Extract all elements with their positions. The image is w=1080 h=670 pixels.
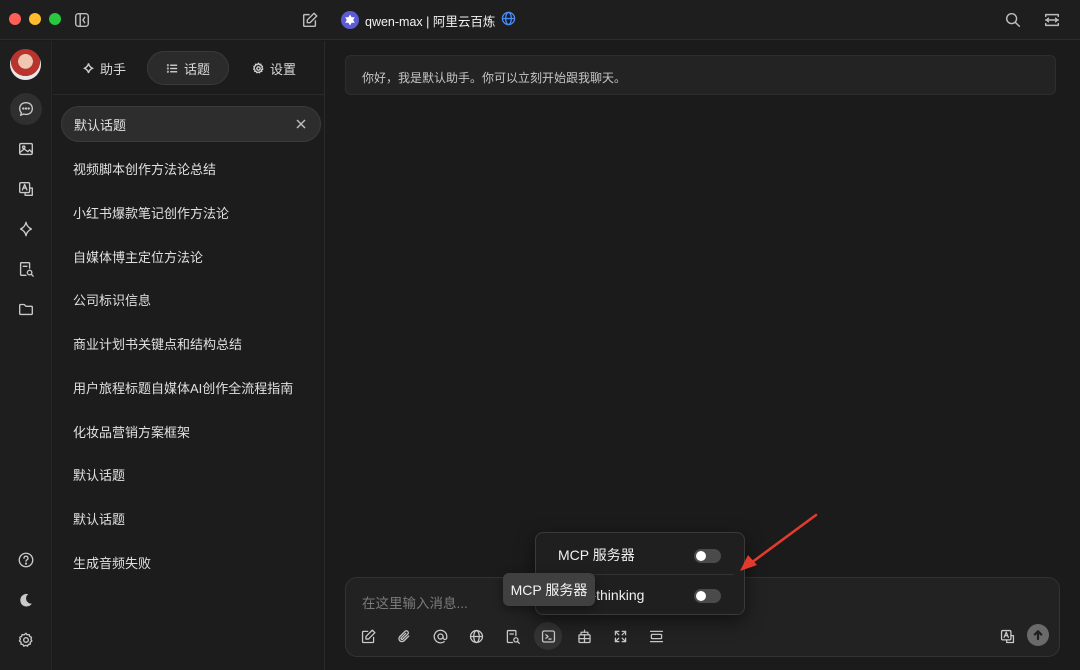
topic-title: 默认话题 [74,117,127,133]
sequential-thinking-toggle[interactable] [694,589,721,603]
topic-title: 生成音频失败 [73,555,152,571]
tab-label: 助手 [99,61,126,77]
greeting-text: 你好，我是默认助手。你可以立刻开始跟我聊天。 [362,71,627,85]
topic-title: 公司标识信息 [73,292,152,308]
tab-label: 设置 [269,61,296,77]
title-bar: qwen-max | 阿里云百炼 [0,0,1080,40]
search-icon[interactable] [1003,10,1023,30]
translate-icon[interactable] [13,176,39,202]
topic-title: 视频脚本创作方法论总结 [73,161,217,177]
mcp-row-label: MCP 服务器 [558,547,635,563]
topic-item-active[interactable]: 默认话题 [61,106,321,142]
topic-item[interactable]: 自媒体博主定位方法论 [61,238,321,274]
chat-icon[interactable] [10,93,42,125]
sparkle-icon [82,62,94,73]
settings-gear-icon[interactable] [13,627,39,653]
sparkle-icon[interactable] [13,216,39,242]
window-minimize-button[interactable] [29,13,41,25]
send-button[interactable] [1027,624,1049,646]
tab-settings[interactable]: 设置 [243,51,305,85]
left-nav [0,41,52,670]
dark-mode-moon-icon[interactable] [13,587,39,613]
tab-assistants[interactable]: 助手 [75,51,133,85]
window-close-button[interactable] [9,13,21,25]
sidebar-tabs: 助手 话题 设置 [53,49,325,89]
context-divider-icon[interactable] [642,622,670,650]
new-topic-icon[interactable] [354,622,382,650]
quick-phrases-icon[interactable] [570,622,598,650]
topic-title: 用户旅程标题自媒体AI创作全流程指南 [73,380,294,396]
mcp-tooltip: MCP 服务器 [503,573,595,606]
topic-item[interactable]: 化妆品营销方案框架 [61,413,321,449]
mcp-terminal-icon[interactable] [534,622,562,650]
topic-item[interactable]: 默认话题 [61,500,321,536]
mcp-server-row[interactable]: MCP 服务器 [536,535,744,575]
toggle-knob [696,591,706,601]
fullscreen-icon[interactable] [606,622,634,650]
topic-item[interactable]: 公司标识信息 [61,281,321,317]
message-input[interactable]: 在这里输入消息... [362,592,468,612]
toggle-sidebar-icon[interactable] [72,10,92,30]
topic-item[interactable]: 视频脚本创作方法论总结 [61,150,321,186]
assistant-greeting-message: 你好，我是默认助手。你可以立刻开始跟我聊天。 [345,55,1056,95]
new-topic-icon[interactable] [300,10,320,30]
attachment-paperclip-icon[interactable] [390,622,418,650]
topic-item[interactable]: 小红书爆款笔记创作方法论 [61,194,321,230]
topics-sidebar: 助手 话题 设置 默认话题 视频脚本创作方法论总结 小红书爆款笔记创作方法论 自… [53,41,325,670]
expand-width-icon[interactable] [1042,10,1062,30]
toggle-knob [696,551,706,561]
avatar[interactable] [10,49,41,80]
topic-title: 默认话题 [73,511,126,527]
tab-topics[interactable]: 话题 [147,51,229,85]
topic-title: 化妆品营销方案框架 [73,424,191,440]
web-search-globe-icon[interactable] [462,622,490,650]
topic-title: 自媒体博主定位方法论 [73,249,204,265]
tab-label: 话题 [183,61,210,77]
model-selector[interactable]: qwen-max | 阿里云百炼 [341,10,516,30]
knowledge-base-icon[interactable] [498,622,526,650]
image-icon[interactable] [13,136,39,162]
folder-icon[interactable] [13,296,39,322]
topic-title: 商业计划书关键点和结构总结 [73,336,243,352]
close-icon[interactable] [294,117,308,131]
annotation-arrow-icon [740,513,818,571]
web-search-globe-icon [501,11,516,29]
topic-title: 默认话题 [73,467,126,483]
topic-item[interactable]: 用户旅程标题自媒体AI创作全流程指南 [61,369,321,405]
model-name: qwen-max | 阿里云百炼 [365,14,496,29]
topic-item[interactable]: 商业计划书关键点和结构总结 [61,325,321,361]
topic-item[interactable]: 生成音频失败 [61,544,321,580]
divider [53,94,325,95]
topic-item[interactable]: 默认话题 [61,456,321,492]
mcp-servers-toggle[interactable] [694,549,721,563]
topic-title: 小红书爆款笔记创作方法论 [73,205,230,221]
tooltip-text: MCP 服务器 [510,581,588,598]
help-icon[interactable] [13,547,39,573]
list-icon [166,63,178,73]
qwen-logo-icon [341,11,359,29]
gear-icon [252,61,264,74]
window-maximize-button[interactable] [49,13,61,25]
knowledge-search-icon[interactable] [13,256,39,282]
translate-icon[interactable] [993,622,1021,650]
mention-at-icon[interactable] [426,622,454,650]
